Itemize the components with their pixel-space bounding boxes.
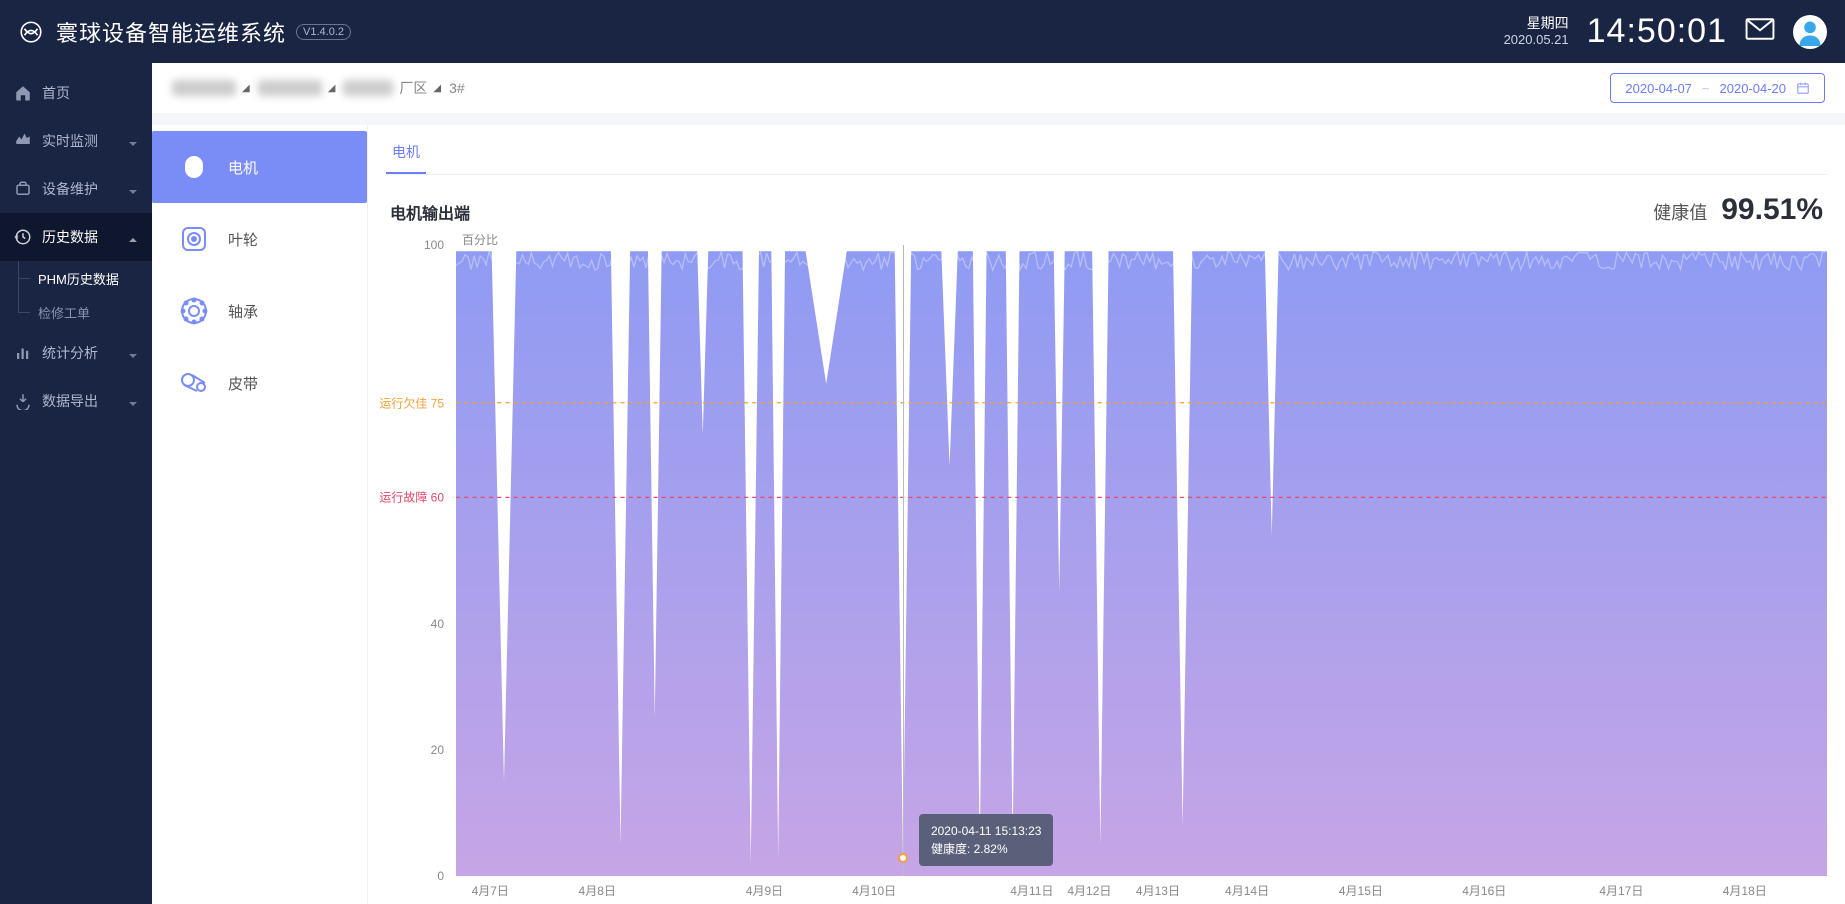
health-value: 99.51% [1721, 193, 1823, 227]
maintain-icon [14, 180, 32, 198]
product-name: 寰球设备智能运维系统 [56, 16, 286, 48]
app-header: 寰球设备智能运维系统 V1.4.0.2 星期四 2020.05.21 14:50… [0, 0, 1845, 63]
breadcrumb-bar: xxxx ◢ xxxx ◢ xx厂区 ◢ 3# 2020-04-07 ~ 2020-0… [152, 63, 1845, 113]
tab-motor[interactable]: 电机 [386, 142, 426, 174]
chevron-down-icon [128, 396, 138, 406]
chevron-up-icon [128, 232, 138, 242]
sidebar: 首页实时监测设备维护历史数据 PHM历史数据检修工单统计分析数据导出 [0, 63, 152, 904]
calendar-icon [1796, 81, 1810, 95]
chart-title: 电机输出端 [390, 200, 470, 224]
x-tick: 4月11日 [1010, 882, 1053, 899]
home-icon [14, 84, 32, 102]
chart-panel: 电机 电机输出端 健康值 99.51% 百分比 02040100运行欠佳 75运… [368, 125, 1845, 904]
header-weekday: 星期四 [1504, 15, 1569, 32]
x-tick: 4月14日 [1225, 882, 1269, 899]
header-date-text: 2020.05.21 [1504, 32, 1569, 48]
date-range-picker[interactable]: 2020-04-07 ~ 2020-04-20 [1610, 73, 1825, 103]
y-tick: 20 [431, 743, 444, 757]
x-tick: 4月15日 [1339, 882, 1383, 899]
component-bearing[interactable]: 轴承 [152, 275, 367, 347]
nav-label: 数据导出 [42, 391, 98, 411]
header-clock: 14:50:01 [1587, 12, 1727, 51]
health-label: 健康值 [1653, 199, 1707, 225]
x-axis-labels: 4月7日 4月8日 4月9日 4月10日 4月11日 4月12日 4月13日 4月14日 4月1… [456, 882, 1827, 898]
component-label: 叶轮 [228, 229, 258, 250]
header-date: 星期四 2020.05.21 [1504, 15, 1569, 47]
y-tick: 40 [431, 617, 444, 631]
chart[interactable]: 百分比 02040100运行欠佳 75运行故障 60 4月7日4月8日4月9日4… [386, 231, 1827, 904]
chart-hover-dot [898, 853, 908, 863]
nav-label: 设备维护 [42, 179, 98, 199]
nav-item-history[interactable]: 历史数据 [0, 213, 152, 261]
chevron-down-icon [128, 136, 138, 146]
history-icon [14, 228, 32, 246]
monitor-icon [14, 132, 32, 150]
impeller-icon [178, 223, 210, 255]
x-tick: 4月18日 [1723, 882, 1767, 899]
tab-strip: 电机 [386, 125, 1827, 175]
breadcrumb-segment[interactable]: 3# [449, 80, 465, 96]
version-badge: V1.4.0.2 [296, 24, 351, 40]
x-tick: 4月10日 [852, 882, 896, 899]
breadcrumb-segment[interactable]: xx厂区 ◢ [343, 78, 441, 98]
date-sep: ~ [1702, 81, 1710, 96]
x-tick: 4月9日 [746, 882, 783, 899]
nav-item-maintain[interactable]: 设备维护 [0, 165, 152, 213]
guideline-label-warn: 运行欠佳 75 [379, 394, 444, 411]
nav-label: 实时监测 [42, 131, 98, 151]
nav-item-monitor[interactable]: 实时监测 [0, 117, 152, 165]
nav-item-home[interactable]: 首页 [0, 69, 152, 117]
component-label: 电机 [228, 157, 258, 178]
breadcrumb: xxxx ◢ xxxx ◢ xx厂区 ◢ 3# [172, 78, 465, 98]
triangle-icon: ◢ [242, 83, 250, 94]
triangle-icon: ◢ [328, 83, 336, 94]
date-to: 2020-04-20 [1720, 81, 1787, 96]
logo-icon [18, 19, 44, 45]
component-impeller[interactable]: 叶轮 [152, 203, 367, 275]
x-tick: 4月17日 [1599, 882, 1643, 899]
triangle-icon: ◢ [433, 83, 441, 94]
x-tick: 4月12日 [1067, 882, 1111, 899]
export-icon [14, 392, 32, 410]
chart-area [456, 251, 1827, 876]
y-axis-labels: 02040100运行欠佳 75运行故障 60 [386, 245, 450, 876]
chart-hover-line [903, 245, 904, 876]
nav-label: 统计分析 [42, 343, 98, 363]
breadcrumb-segment[interactable]: xxxx ◢ [172, 80, 250, 96]
date-from: 2020-04-07 [1625, 81, 1692, 96]
component-motor[interactable]: 电机 [152, 131, 367, 203]
belt-icon [178, 367, 210, 399]
bearing-icon [178, 295, 210, 327]
chart-plot [456, 245, 1827, 876]
x-tick: 4月16日 [1462, 882, 1506, 899]
x-tick: 4月7日 [472, 882, 509, 899]
stats-icon [14, 344, 32, 362]
guideline-label-fault: 运行故障 60 [379, 489, 444, 506]
subnav-item[interactable]: PHM历史数据 [38, 261, 152, 295]
nav-label: 历史数据 [42, 227, 98, 247]
main-panel: 电机叶轮轴承皮带 电机 电机输出端 健康值 99.51% 百分比 0204010… [152, 125, 1845, 904]
nav-label: 首页 [42, 83, 70, 103]
nav-item-export[interactable]: 数据导出 [0, 377, 152, 425]
component-list: 电机叶轮轴承皮带 [152, 125, 368, 904]
mail-icon[interactable] [1745, 18, 1775, 45]
chevron-down-icon [128, 348, 138, 358]
breadcrumb-segment[interactable]: xxxx ◢ [258, 80, 336, 96]
component-belt[interactable]: 皮带 [152, 347, 367, 419]
x-tick: 4月13日 [1136, 882, 1180, 899]
motor-icon [178, 151, 210, 183]
user-avatar[interactable] [1793, 15, 1827, 49]
content-area: xxxx ◢ xxxx ◢ xx厂区 ◢ 3# 2020-04-07 ~ 2020-0… [152, 63, 1845, 904]
nav-item-stats[interactable]: 统计分析 [0, 329, 152, 377]
component-label: 轴承 [228, 301, 258, 322]
y-tick: 100 [424, 238, 444, 252]
subnav-item[interactable]: 检修工单 [38, 295, 152, 329]
x-tick: 4月8日 [579, 882, 616, 899]
component-label: 皮带 [228, 373, 258, 394]
y-tick: 0 [437, 869, 444, 883]
chevron-down-icon [128, 184, 138, 194]
